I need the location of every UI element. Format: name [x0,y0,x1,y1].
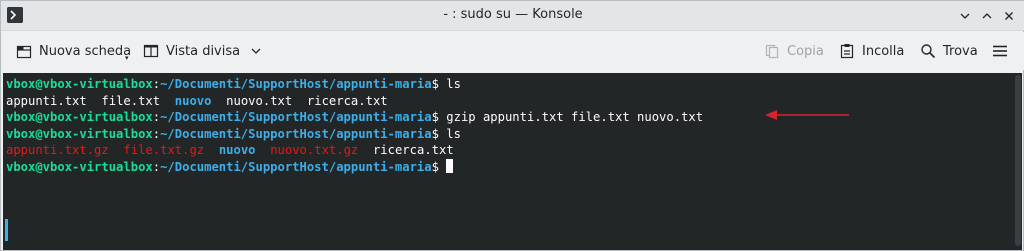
search-icon [919,42,937,60]
toolbar: Nuova scheda ▾ Vista divisa Copia Incoll… [1,32,1024,70]
command-text: gzip appunti.txt file.txt nuovo.txt [438,110,704,124]
chevron-down-icon: ▾ [125,54,129,62]
chevron-down-icon [960,13,970,19]
file-entry: appunti.txt.gz [6,143,109,157]
terminal-line: appunti.txt file.txt nuovo nuovo.txt ric… [6,93,703,110]
file-entry: nuovo.txt.gz [270,143,359,157]
maximize-button[interactable] [979,8,995,24]
terminal-output: vbox@vbox-virtualbox:~/Documenti/Support… [6,76,703,175]
file-entry: file.txt.gz [123,143,205,157]
new-tab-button[interactable]: Nuova scheda ▾ [15,40,131,62]
prompt-symbol: $ [431,110,439,124]
file-entry: ricerca.txt [372,143,454,157]
copy-button[interactable]: Copia [763,40,824,62]
split-view-icon [142,42,160,60]
prompt-user: vbox@vbox-virtualbox [6,159,153,174]
file-entry: nuovo [218,143,256,157]
copy-icon [763,42,781,60]
window-title: - : sudo su — Konsole [443,7,583,22]
split-view-label: Vista divisa [166,43,241,59]
prompt-path: ~/Documenti/SupportHost/appunti-maria [160,159,432,174]
new-tab-icon [15,42,33,60]
minimize-button[interactable] [957,8,973,24]
terminal-line: appunti.txt.gz file.txt.gz nuovo nuovo.t… [6,142,703,159]
terminal-line: vbox@vbox-virtualbox:~/Documenti/Support… [6,109,703,126]
chevron-down-icon [250,45,262,57]
prompt-path: ~/Documenti/SupportHost/appunti-maria [160,77,432,91]
find-button[interactable]: Trova [919,40,978,62]
terminal-line: vbox@vbox-virtualbox:~/Documenti/Support… [6,126,703,143]
prompt-symbol: $ [431,126,439,141]
command-text: ls [438,126,461,141]
konsole-window: - : sudo su — Konsole Nuova scheda ▾ Vis… [0,0,1024,251]
file-entry: ricerca.txt [306,93,388,108]
prompt-path: ~/Documenti/SupportHost/appunti-maria [160,110,432,124]
paste-icon [838,42,856,60]
prompt-path: ~/Documenti/SupportHost/appunti-maria [160,126,432,141]
prompt-user: vbox@vbox-virtualbox [6,110,153,124]
terminal-line: vbox@vbox-virtualbox:~/Documenti/Support… [6,76,703,93]
command-text [439,160,446,174]
scroll-marker [5,219,8,241]
prompt-user: vbox@vbox-virtualbox [6,126,153,141]
title-bar[interactable]: - : sudo su — Konsole [1,1,1024,31]
menu-button[interactable] [991,40,1015,62]
prompt-separator: : [152,159,161,174]
text-cursor [446,158,454,173]
command-text: ls [438,77,461,91]
prompt-separator: : [152,110,161,124]
paste-button[interactable]: Incolla [838,40,904,62]
terminal-line: vbox@vbox-virtualbox:~/Documenti/Support… [6,158,703,176]
file-entry: nuovo [174,93,212,108]
prompt-symbol: $ [431,77,439,91]
paste-label: Incolla [862,43,905,59]
find-label: Trova [943,43,978,59]
close-icon [1005,12,1013,20]
prompt-separator: : [152,126,161,141]
prompt-user: vbox@vbox-virtualbox [6,77,153,91]
file-entry: appunti.txt [6,93,87,108]
copy-label: Copia [787,43,824,59]
prompt-separator: : [152,77,161,91]
terminal-view[interactable]: vbox@vbox-virtualbox:~/Documenti/Support… [3,73,1022,250]
close-button[interactable] [1001,8,1017,24]
file-entry: file.txt [101,93,161,108]
hamburger-menu-icon [991,42,1009,60]
split-view-button[interactable]: Vista divisa [142,40,262,62]
terminal-scrollbar[interactable] [1015,75,1021,246]
prompt-symbol: $ [431,159,439,174]
chevron-up-icon [982,13,992,19]
annotation-arrow [765,110,849,120]
file-entry: nuovo.txt [226,93,293,108]
new-tab-label: Nuova scheda [39,43,132,59]
